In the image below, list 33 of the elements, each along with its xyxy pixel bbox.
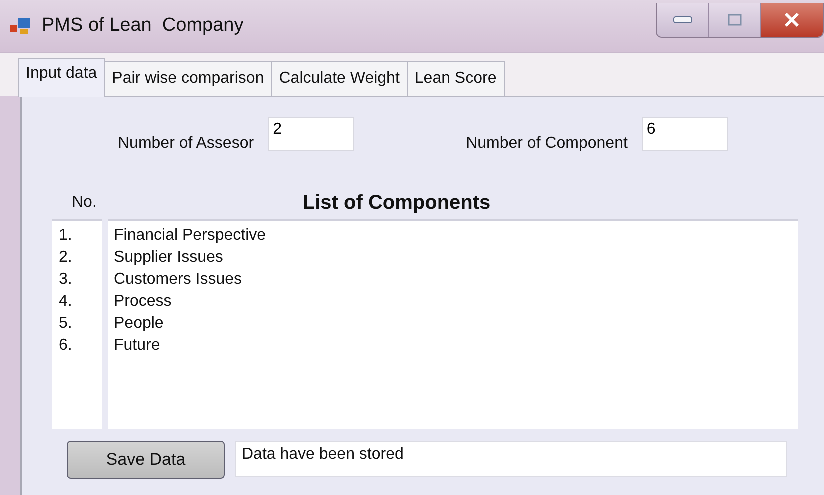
list-number: 3.: [59, 270, 74, 290]
list-number: 2.: [59, 248, 74, 268]
list-number: 6.: [59, 336, 74, 356]
tab[interactable]: Lean Score: [406, 61, 505, 96]
component-list[interactable]: Financial Perspective Supplier Issues Customers Issues Process People Future: [108, 219, 798, 429]
list-number: 5.: [59, 314, 74, 334]
field-label: Number of Assesor: [118, 135, 254, 153]
minimize-icon: [672, 16, 692, 24]
list-item: Process: [114, 292, 173, 312]
maximize-button[interactable]: [709, 3, 761, 37]
input-field[interactable]: 2: [268, 117, 354, 151]
status-field: Data have been stored: [235, 441, 787, 477]
app-icon: [10, 16, 32, 36]
list-item: Future: [114, 336, 162, 356]
minimize-button[interactable]: [657, 3, 709, 37]
list-number: 1.: [59, 226, 74, 246]
window-title: PMS of Lean Company: [42, 15, 244, 37]
close-button[interactable]: [761, 3, 823, 37]
maximize-icon: [728, 14, 742, 26]
tab[interactable]: Calculate Weight: [271, 61, 408, 96]
list-number: 4.: [59, 292, 74, 312]
tab[interactable]: Input data: [18, 58, 106, 97]
tab[interactable]: Pair wise comparison: [104, 61, 272, 96]
list-title: List of Components: [302, 192, 491, 214]
input-field[interactable]: 6: [642, 117, 728, 151]
list-item: Financial Perspective: [114, 226, 268, 246]
column-heading: No.: [72, 194, 97, 212]
save-button[interactable]: Save Data: [67, 441, 225, 479]
field-label: Number of Component: [466, 135, 628, 153]
list-item: People: [114, 314, 165, 334]
list-item: Customers Issues: [114, 270, 244, 290]
close-icon: [784, 12, 800, 28]
list-item: Supplier Issues: [114, 248, 224, 268]
